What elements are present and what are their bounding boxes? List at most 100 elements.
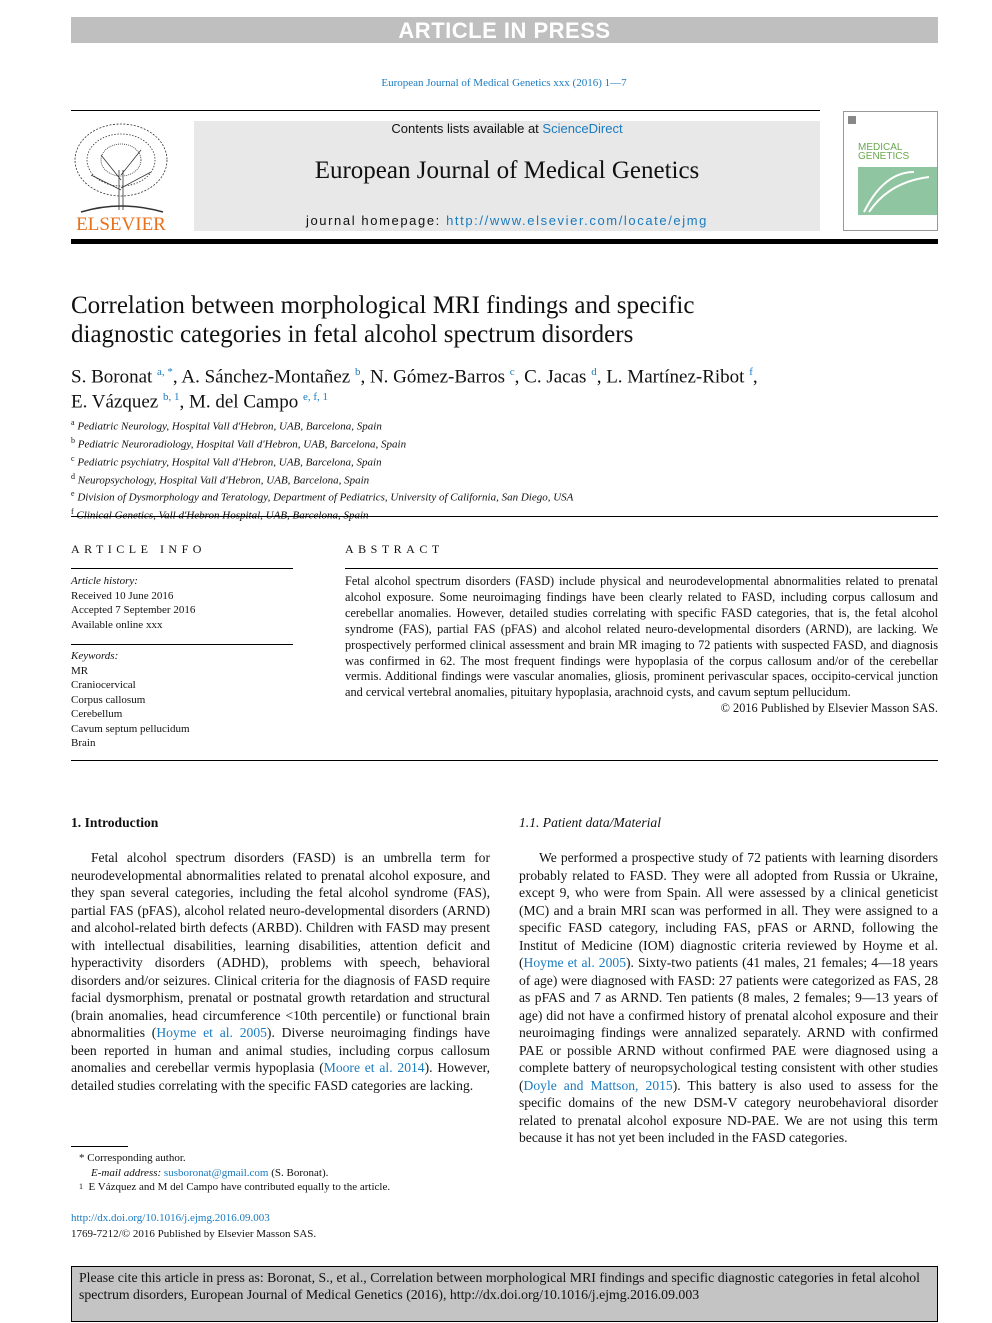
journal-reference-link[interactable]: European Journal of Medical Genetics xxx…: [0, 77, 992, 89]
author-name: S. Boronat: [71, 366, 153, 388]
footnote-rule: [71, 1146, 128, 1147]
article-history: Article history: Received 10 June 2016 A…: [71, 574, 195, 632]
keyword: Cerebellum: [71, 708, 123, 720]
citation-link[interactable]: Hoyme et al. 2005: [524, 955, 626, 970]
header-rule: [71, 239, 938, 244]
homepage-link[interactable]: http://www.elsevier.com/locate/ejmg: [446, 213, 708, 228]
affiliation-key: d: [71, 471, 75, 481]
affiliations: a Pediatric Neurology, Hospital Vall d'H…: [71, 416, 573, 523]
abstract: Fetal alcohol spectrum disorders (FASD) …: [345, 574, 938, 717]
doi-link[interactable]: http://dx.doi.org/10.1016/j.ejmg.2016.09…: [71, 1212, 270, 1224]
keyword: MR: [71, 664, 89, 677]
sciencedirect-link[interactable]: ScienceDirect: [542, 121, 622, 136]
patient-data-paragraph: We performed a prospective study of 72 p…: [519, 849, 938, 1147]
journal-cover-image: MEDICAL GENETICS: [843, 111, 938, 231]
text: Fetal alcohol spectrum disorders (FASD) …: [71, 850, 490, 1040]
intro-paragraph: Fetal alcohol spectrum disorders (FASD) …: [71, 849, 490, 1094]
divider: [71, 110, 820, 111]
divider: [71, 644, 293, 645]
separator: ,: [179, 391, 189, 413]
footnote-mark: *: [79, 1152, 85, 1164]
article-info-heading: ARTICLE INFO: [71, 542, 206, 556]
affiliation-key: a: [71, 418, 75, 427]
divider: [71, 760, 938, 761]
affiliation-key: b: [71, 435, 75, 445]
footnotes: * Corresponding author. E-mail address: …: [71, 1151, 390, 1195]
affiliation: e Division of Dysmorphology and Teratolo…: [71, 487, 573, 505]
accepted-date: Accepted 7 September 2016: [71, 604, 196, 616]
keyword: Craniocervical: [71, 679, 136, 691]
abstract-text: Fetal alcohol spectrum disorders (FASD) …: [345, 574, 938, 700]
citation-link[interactable]: Hoyme et al. 2005: [156, 1025, 267, 1040]
issn-copyright: 1769-7212/© 2016 Published by Elsevier M…: [71, 1228, 317, 1240]
tree-icon: ELSEVIER: [74, 123, 168, 235]
affiliation-text: Pediatric Neurology, Hospital Vall d'Heb…: [77, 420, 382, 433]
email-owner: (S. Boronat).: [268, 1166, 329, 1179]
journal-homepage: journal homepage: http://www.elsevier.co…: [194, 213, 820, 228]
affiliation: b Pediatric Neuroradiology, Hospital Val…: [71, 434, 573, 452]
equal-contribution-note: E Vázquez and M del Campo have contribut…: [88, 1181, 391, 1193]
article-title: Correlation between morphological MRI fi…: [71, 291, 831, 349]
author-name: L. Martínez-Ribot: [606, 366, 745, 388]
separator: ,: [360, 366, 370, 388]
text: ). Sixty-two patients (41 males, 21 fema…: [519, 955, 938, 1093]
citation-link[interactable]: Moore et al. 2014: [324, 1060, 425, 1075]
contents-line: Contents lists available at ScienceDirec…: [194, 121, 820, 136]
affiliation: c Pediatric psychiatry, Hospital Vall d'…: [71, 452, 573, 470]
abstract-copyright: © 2016 Published by Elsevier Masson SAS.: [720, 701, 938, 716]
affiliation-key: f: [71, 507, 74, 517]
keywords: Keywords: MR Craniocervical Corpus callosu…: [71, 649, 190, 751]
contents-label: Contents lists available at: [391, 121, 543, 136]
separator: ,: [596, 366, 607, 388]
separator: ,: [752, 366, 758, 388]
text: We performed a prospective study of 72 p…: [519, 850, 938, 970]
author-affiliation-link[interactable]: e, f, 1: [303, 391, 328, 403]
elsevier-logo: ELSEVIER: [71, 120, 171, 235]
history-label: Article history:: [71, 575, 138, 587]
doi-block: http://dx.doi.org/10.1016/j.ejmg.2016.09…: [71, 1210, 316, 1242]
article-in-press-banner: ARTICLE IN PRESS: [71, 17, 938, 43]
separator: ,: [514, 366, 525, 388]
keyword: Cavum septum pellucidum: [71, 722, 190, 735]
affiliation-text: Pediatric psychiatry, Hospital Vall d'He…: [77, 456, 382, 469]
divider: [345, 568, 938, 569]
intro-heading: 1. Introduction: [71, 815, 159, 830]
affiliation-text: Division of Dysmorphology and Teratology…: [77, 492, 574, 505]
keyword: Brain: [71, 737, 96, 749]
author-list: S. Boronat a, *, A. Sánchez-Montañez b, …: [71, 362, 831, 413]
received-date: Received 10 June 2016: [71, 589, 174, 602]
affiliation-key: e: [71, 489, 75, 499]
citation-box: Please cite this article in press as: Bo…: [71, 1266, 938, 1322]
online-date: Available online xxx: [71, 618, 163, 631]
affiliation-text: Pediatric Neuroradiology, Hospital Vall …: [77, 438, 407, 451]
keyword: Corpus callosum: [71, 693, 146, 706]
affiliation-key: c: [71, 453, 75, 463]
divider: [71, 568, 293, 569]
title-line: Correlation between morphological MRI fi…: [71, 292, 695, 319]
citation-link[interactable]: Doyle and Mattson, 2015: [524, 1078, 673, 1093]
affiliation: f Clinical Genetics, Vall d'Hebron Hospi…: [71, 505, 573, 523]
affiliation-text: Neuropsychology, Hospital Vall d'Hebron,…: [77, 474, 370, 487]
author-name: N. Gómez-Barros: [369, 366, 506, 388]
author-name: M. del Campo: [188, 391, 299, 413]
divider: [71, 516, 938, 517]
homepage-label: journal homepage:: [305, 213, 447, 228]
title-line: diagnostic categories in fetal alcohol s…: [71, 321, 634, 348]
svg-text:GENETICS: GENETICS: [858, 151, 909, 162]
footnote-mark: 1: [79, 1182, 83, 1191]
elsevier-wordmark: ELSEVIER: [76, 214, 166, 232]
author-affiliation-link[interactable]: a, *: [157, 366, 173, 378]
corresponding-note: Corresponding author.: [87, 1152, 186, 1164]
journal-banner: Contents lists available at ScienceDirec…: [194, 121, 820, 231]
journal-title: European Journal of Medical Genetics: [314, 157, 700, 184]
email-link[interactable]: susboronat@gmail.com: [164, 1167, 269, 1179]
author-name: E. Vázquez: [71, 391, 159, 413]
affiliation: d Neuropsychology, Hospital Vall d'Hebro…: [71, 470, 573, 488]
author-name: C. Jacas: [524, 366, 587, 388]
keywords-label: Keywords:: [71, 650, 119, 662]
author-affiliation-link[interactable]: b, 1: [163, 391, 180, 403]
author-name: A. Sánchez-Montañez: [181, 366, 351, 388]
patient-data-heading: 1.1. Patient data/Material: [519, 815, 661, 830]
abstract-heading: ABSTRACT: [345, 542, 444, 556]
email-label: E-mail address:: [91, 1166, 164, 1179]
